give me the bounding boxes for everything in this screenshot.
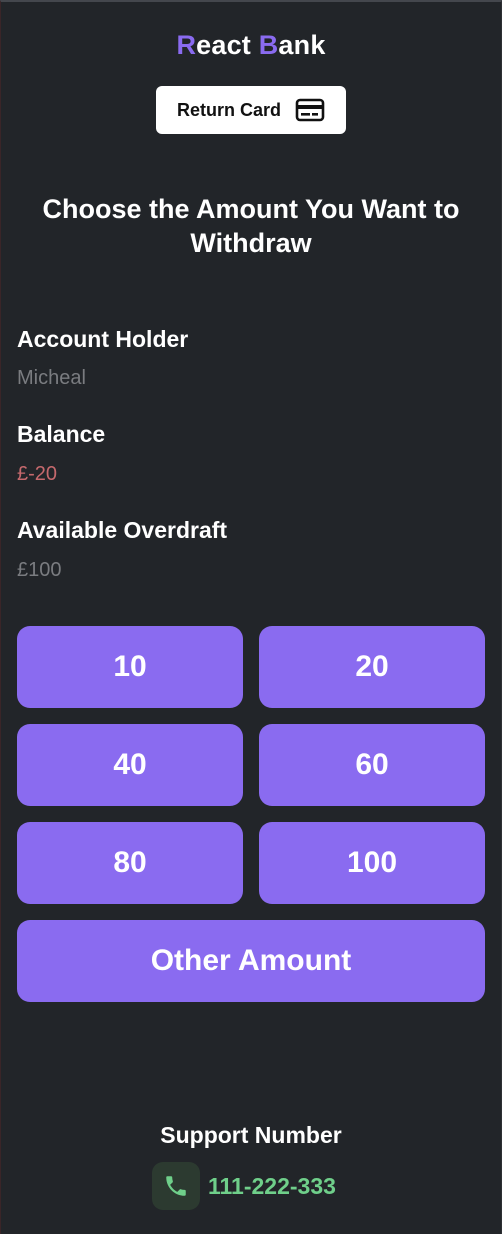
phone-icon xyxy=(152,1162,200,1210)
brand-letter-b: B xyxy=(258,30,279,60)
amount-button-40[interactable]: 40 xyxy=(17,724,243,806)
amount-button-20[interactable]: 20 xyxy=(259,626,485,708)
amount-button-80[interactable]: 80 xyxy=(17,822,243,904)
amount-button-10[interactable]: 10 xyxy=(17,626,243,708)
page-heading: Choose the Amount You Want to Withdraw xyxy=(42,194,460,258)
other-amount-button[interactable]: Other Amount xyxy=(17,920,485,1002)
account-holder-value: Micheal xyxy=(17,367,86,389)
account-holder-label: Account Holder xyxy=(17,326,189,352)
balance-value: £-20 xyxy=(17,463,58,485)
return-card-label: Return Card xyxy=(176,99,281,120)
brand-logo: React Bank xyxy=(0,30,502,61)
app-frame xyxy=(0,0,502,1234)
support-phone-link[interactable]: 111-222-333 xyxy=(208,1173,336,1200)
brand-letter-r: R xyxy=(176,30,197,60)
brand-text-bank: ank xyxy=(278,30,326,60)
overdraft-label: Available Overdraft xyxy=(17,517,228,543)
balance-label: Balance xyxy=(17,421,106,447)
overdraft-value: £100 xyxy=(17,559,62,581)
amount-button-60[interactable]: 60 xyxy=(259,724,485,806)
credit-card-icon xyxy=(295,98,325,122)
support-number-row: 111-222-333 xyxy=(152,1162,336,1210)
amount-button-100[interactable]: 100 xyxy=(259,822,485,904)
return-card-button[interactable]: Return Card xyxy=(156,86,346,134)
support-number-title: Support Number xyxy=(160,1122,342,1148)
brand-text-react: eact xyxy=(196,30,259,60)
